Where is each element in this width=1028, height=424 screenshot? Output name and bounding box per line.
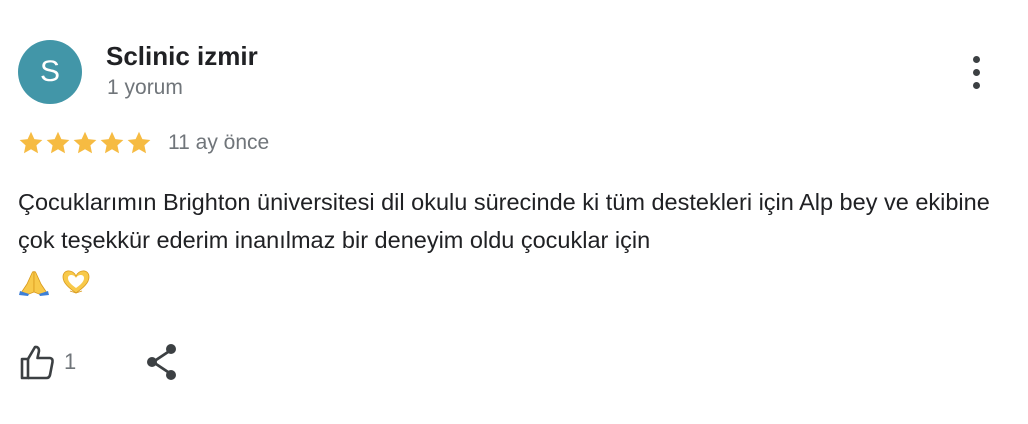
avatar[interactable]: S (18, 40, 82, 104)
avatar-initial: S (39, 55, 60, 88)
more-vertical-icon (972, 55, 980, 89)
folded-hands-emoji (19, 270, 49, 296)
review-emojis (18, 259, 1003, 297)
share-icon (147, 344, 177, 380)
star-icon (73, 131, 97, 154)
rating-row: 11 ay önce (18, 128, 269, 158)
reviewer-name[interactable]: Sclinic izmir (106, 40, 258, 72)
star-rating (18, 130, 152, 156)
thumbs-up-icon (20, 345, 54, 380)
like-button[interactable]: 1 (18, 343, 76, 381)
reviewer-review-count: 1 yorum (107, 76, 183, 99)
heart-hands-emoji (62, 270, 89, 294)
star-icon (127, 131, 151, 154)
review-text: Çocuklarımın Brighton üniversitesi dil o… (18, 189, 990, 253)
star-icon (46, 131, 70, 154)
review-card: S Sclinic izmir 1 yorum 11 ay önce Çocuk… (0, 0, 1028, 424)
share-button[interactable] (144, 342, 180, 382)
review-body: Çocuklarımın Brighton üniversitesi dil o… (18, 183, 1003, 297)
star-icon (19, 131, 43, 154)
more-options-button[interactable] (958, 50, 994, 94)
review-actions: 1 (18, 340, 180, 384)
star-icon (100, 131, 124, 154)
review-date: 11 ay önce (168, 131, 270, 154)
like-count: 1 (64, 349, 77, 374)
